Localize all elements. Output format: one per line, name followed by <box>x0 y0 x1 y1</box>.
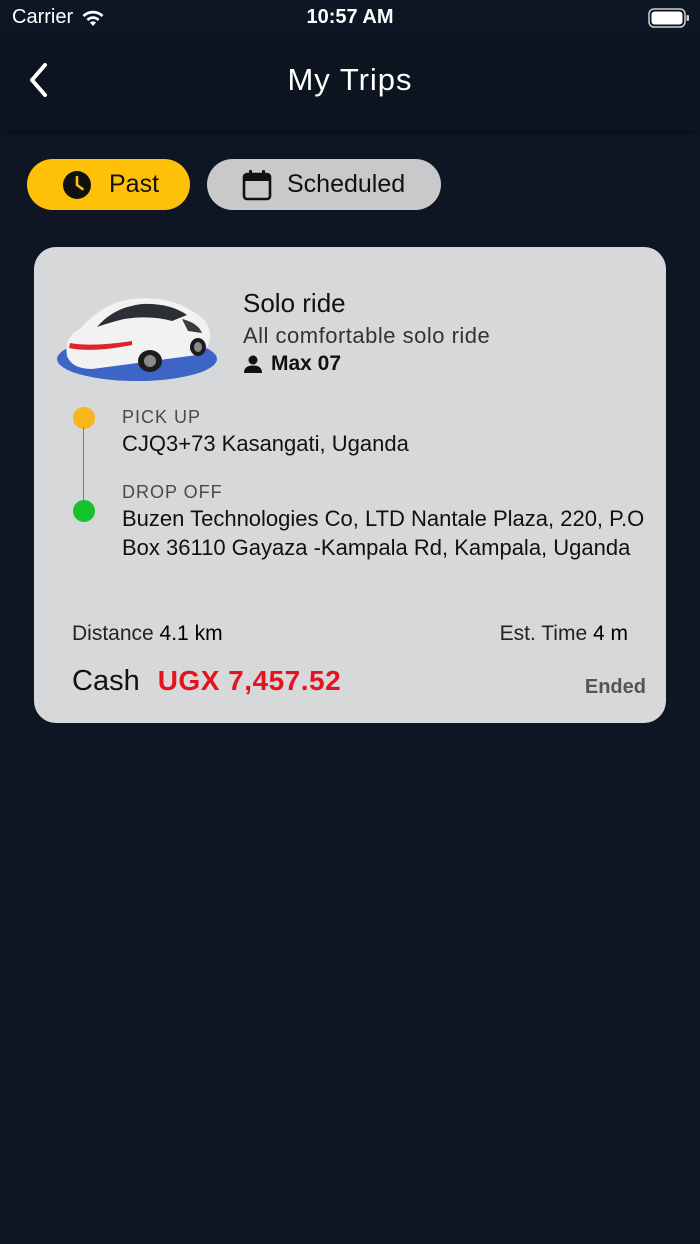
car-image <box>57 298 217 381</box>
person-icon <box>244 355 262 373</box>
payment-row: Cash UGX 7,457.52 <box>72 665 341 698</box>
distance: Distance 4.1 km <box>72 622 223 646</box>
trip-amount: UGX 7,457.52 <box>157 665 342 696</box>
status-bar: Carrier 10:57 AM <box>0 0 700 38</box>
navigation-bar: My Trips <box>0 38 700 130</box>
pickup-label: PICK UP <box>122 407 202 427</box>
battery-icon <box>648 8 690 33</box>
tab-scheduled-label: Scheduled <box>287 170 406 198</box>
estimated-time: Est. Time 4 m <box>500 622 628 646</box>
clock-icon <box>63 170 91 199</box>
distance-label: Distance <box>72 622 154 645</box>
pickup-address: CJQ3+73 Kasangati, Uganda <box>122 431 409 456</box>
tab-past-label: Past <box>109 170 160 198</box>
ride-description: All comfortable solo ride <box>243 323 491 348</box>
status-time: 10:57 AM <box>306 6 394 28</box>
trip-status: Ended <box>584 676 646 698</box>
ride-type: Solo ride <box>243 288 346 318</box>
page-title: My Trips <box>287 62 413 97</box>
trip-tabs: Past Scheduled <box>27 159 441 210</box>
estimated-time-label: Est. Time <box>499 622 588 645</box>
calendar-icon <box>242 169 272 200</box>
estimated-time-value: 4 m <box>592 622 628 645</box>
trip-card[interactable]: Solo ride All comfortable solo ride Max … <box>34 247 666 723</box>
driver: Max 07 <box>243 352 341 376</box>
payment-method: Cash <box>72 665 140 697</box>
dropoff-label: DROP OFF <box>122 482 223 502</box>
dropoff-address: Buzen Technologies Co, LTD Nantale Plaza… <box>122 506 645 560</box>
tab-past[interactable]: Past <box>27 159 190 210</box>
route-line <box>83 427 84 511</box>
driver-name: Max 07 <box>271 352 342 375</box>
tab-scheduled[interactable]: Scheduled <box>207 159 441 210</box>
pickup-dot <box>73 407 95 429</box>
dropoff-dot <box>73 500 95 522</box>
distance-value: 4.1 km <box>159 622 223 645</box>
